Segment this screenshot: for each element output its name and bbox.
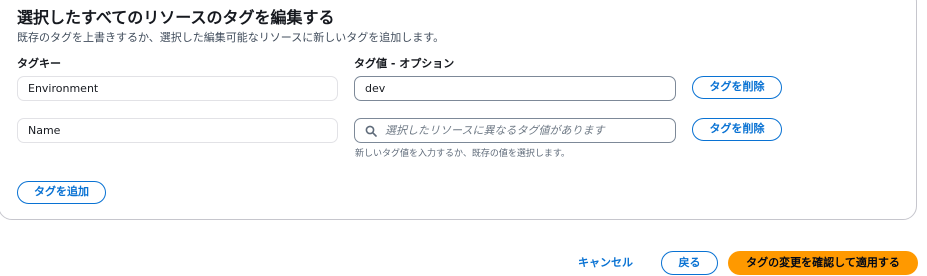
panel-description: 既存のタグを上書きするか、選択した編集可能なリソースに新しいタグを追加します。 xyxy=(17,31,445,44)
tag-key-field[interactable]: Name xyxy=(17,118,338,143)
add-tag-button[interactable]: タグを追加 xyxy=(17,181,106,204)
cancel-button[interactable]: キャンセル xyxy=(578,256,633,270)
tag-value-text: dev xyxy=(365,82,386,95)
tag-key-value: Name xyxy=(28,124,61,137)
tag-value-column-label: タグ値 - オプション xyxy=(354,57,455,70)
tag-value-placeholder: 選択したリソースに異なるタグ値があります xyxy=(385,124,605,137)
tag-value-search-input[interactable]: 選択したリソースに異なるタグ値があります xyxy=(354,118,676,143)
back-button[interactable]: 戻る xyxy=(661,251,718,275)
search-icon xyxy=(365,125,377,137)
tag-value-hint: 新しいタグ値を入力するか、既存の値を選択します。 xyxy=(355,149,570,159)
tag-key-field[interactable]: Environment xyxy=(17,76,338,101)
tag-key-column-label: タグキー xyxy=(17,57,61,70)
confirm-apply-button[interactable]: タグの変更を確認して適用する xyxy=(728,251,918,275)
tag-value-input[interactable]: dev xyxy=(354,76,676,101)
tag-key-value: Environment xyxy=(28,82,99,95)
remove-tag-button[interactable]: タグを削除 xyxy=(692,118,782,141)
remove-tag-button[interactable]: タグを削除 xyxy=(692,76,782,99)
panel-title: 選択したすべてのリソースのタグを編集する xyxy=(17,8,335,27)
